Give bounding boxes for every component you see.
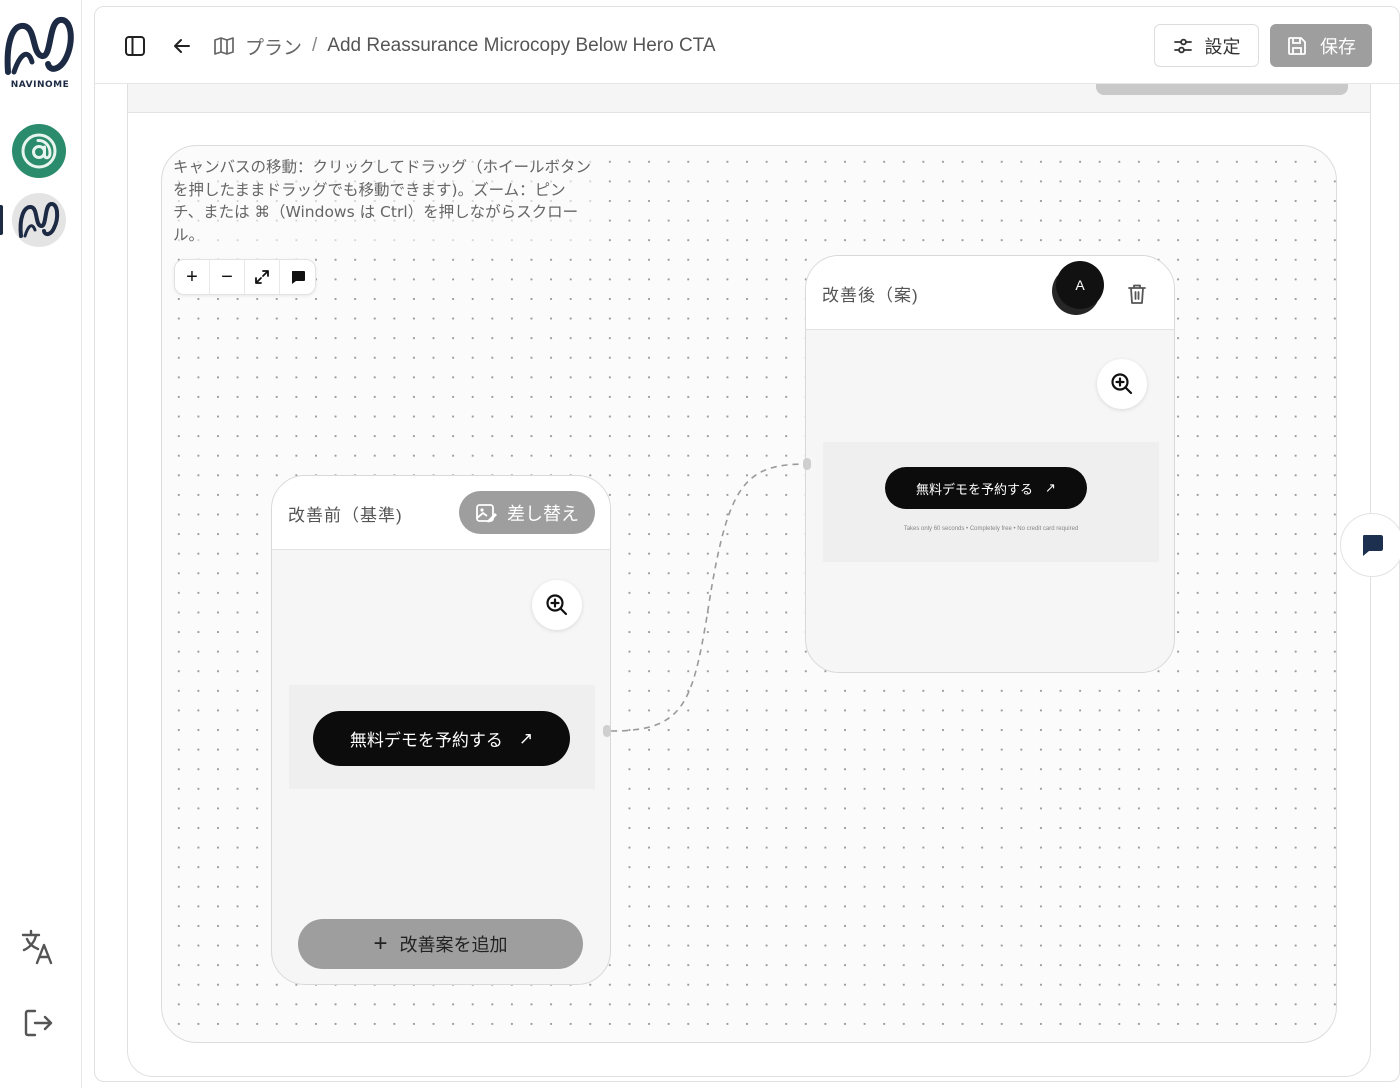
save-button[interactable]: 保存 [1270,24,1372,67]
after-cta-label: 無料デモを予約する [916,482,1034,498]
active-indicator [0,205,3,235]
settings-button[interactable]: 設定 [1154,24,1259,67]
after-zoom-button[interactable] [1097,359,1147,409]
after-cta-arrow-icon: ↗ [1045,480,1056,496]
zoom-in-icon [546,594,568,616]
before-output-handle[interactable] [603,725,611,737]
save-icon [1288,36,1306,55]
trash-icon [1128,284,1146,304]
breadcrumb-separator: / [312,35,318,56]
breadcrumb-plan-link[interactable]: プラン [245,33,302,60]
before-preview: 無料デモを予約する ↗ [289,685,595,789]
language-button[interactable] [18,927,58,967]
top-bar: プラン / Add Reassurance Microcopy Below He… [95,7,1399,84]
breadcrumb-current: Add Reassurance Microcopy Below Hero CTA [327,35,716,56]
before-zoom-button[interactable] [532,580,582,630]
map-icon [214,37,234,55]
translate-icon [21,929,53,965]
chat-icon [1363,535,1383,556]
brand-name: NAVINOME [10,80,70,90]
back-button[interactable] [168,33,196,59]
zoom-in-icon [1111,373,1133,395]
sliders-icon [1173,38,1192,53]
at-sign-icon [21,133,57,169]
user-avatar[interactable]: A [1056,261,1104,309]
delete-card-button[interactable] [1124,281,1150,307]
logout-button[interactable] [18,1003,58,1043]
before-cta-label: 無料デモを予約する [349,731,503,751]
navinome-logo-icon [4,17,74,75]
sidebar-toggle-button[interactable] [121,33,149,59]
app-rail: NAVINOME [0,0,82,1088]
after-card-header: 改善後（案) A [806,256,1174,330]
brand-logo[interactable]: NAVINOME [0,14,80,90]
swap-image-button[interactable]: 差し替え [459,491,595,534]
plus-icon: + [373,930,388,957]
image-swap-icon [476,503,497,522]
before-card-header: 改善前（基準) 差し替え [272,476,610,550]
swap-label: 差し替え [507,503,579,524]
rail-app-mail[interactable] [12,124,66,178]
add-variant-button[interactable]: + 改善案を追加 [298,919,583,969]
flow-canvas[interactable]: キャンバスの移動：クリックしてドラッグ（ホイールボタンを押したままドラッグでも移… [161,145,1337,1043]
before-cta-button: 無料デモを予約する ↗ [313,711,570,766]
back-arrow-icon [174,39,190,53]
rail-app-navinome[interactable] [12,193,66,247]
before-card-title: 改善前（基準) [288,506,403,525]
after-card[interactable]: 改善後（案) A 無料デモを予約する ↗ Takes only 60 secon… [805,255,1175,673]
comments-panel-button[interactable] [1340,513,1400,577]
navinome-mark-icon [18,202,60,238]
after-input-handle[interactable] [803,458,811,470]
after-preview: 無料デモを予約する ↗ Takes only 60 seconds • Comp… [823,442,1159,562]
before-cta-arrow-icon: ↗ [518,728,534,749]
after-card-title: 改善後（案) [822,286,919,305]
sidebar-toggle-icon [125,36,145,56]
breadcrumb: プラン / Add Reassurance Microcopy Below He… [213,33,716,59]
reassurance-microcopy: Takes only 60 seconds • Completely free … [903,526,1079,532]
logout-icon [24,1009,53,1037]
save-label: 保存 [1320,36,1356,57]
after-cta-button: 無料デモを予約する ↗ [885,467,1087,509]
settings-label: 設定 [1204,36,1241,57]
before-card[interactable]: 改善前（基準) 差し替え 無料デモを予約する ↗ + 改善案を追加 [271,475,611,985]
add-variant-label: 改善案を追加 [399,935,508,955]
